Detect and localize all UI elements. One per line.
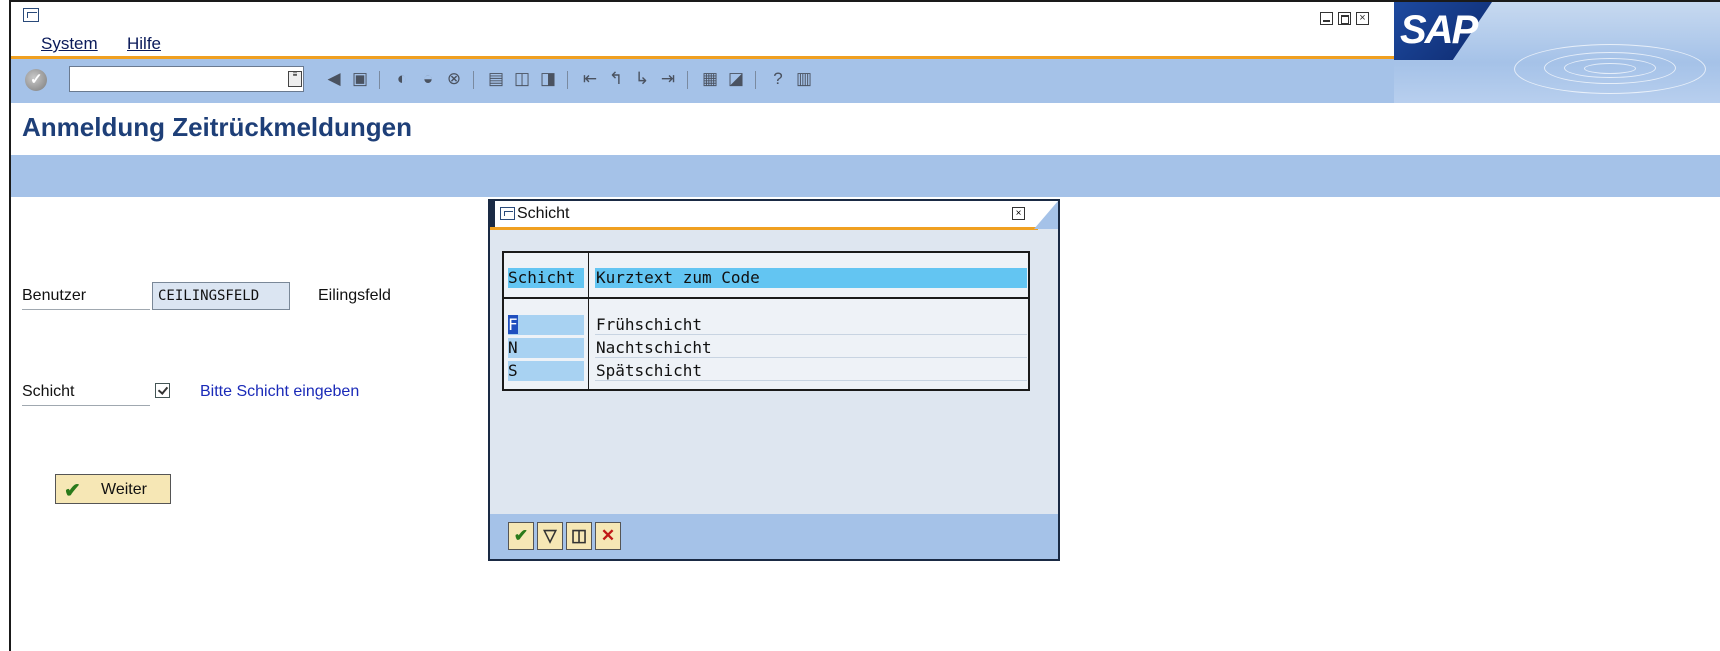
dialog-title-bar: Schicht × — [490, 201, 1058, 230]
shift-text-cell[interactable]: Frühschicht — [595, 314, 1027, 335]
back-icon[interactable]: ◀ — [323, 68, 345, 90]
enter-icon[interactable] — [25, 69, 47, 91]
previous-page-icon[interactable]: ↰ — [605, 68, 627, 90]
menu-hilfe[interactable]: Hilfe — [127, 34, 161, 54]
dialog-corner — [1034, 201, 1058, 229]
help-icon[interactable]: ? — [767, 68, 789, 90]
cancel-icon[interactable]: ✕ — [595, 522, 621, 550]
user-label: Benutzer — [22, 287, 150, 310]
window-menu-icon[interactable] — [23, 8, 39, 22]
find-next-icon[interactable]: ◨ — [537, 68, 559, 90]
dialog-accent-line — [490, 227, 1038, 230]
filter-icon[interactable]: ▽ — [537, 522, 563, 550]
sap-logo-text: SAP — [1400, 8, 1478, 52]
first-page-icon[interactable]: ⇤ — [579, 68, 601, 90]
customize-layout-icon[interactable]: ▥ — [793, 68, 815, 90]
shortcut-icon[interactable]: ◪ — [725, 68, 747, 90]
close-window-icon[interactable]: × — [1356, 12, 1369, 25]
search-icon[interactable]: ◫ — [566, 522, 592, 550]
table-row[interactable]: F Frühschicht — [504, 314, 1028, 336]
toolbar-separator — [755, 71, 756, 89]
dialog-close-icon[interactable]: × — [1012, 207, 1025, 220]
minimize-icon[interactable] — [1320, 12, 1333, 25]
print-icon[interactable]: ▤ — [485, 68, 507, 90]
save-icon[interactable]: ▣ — [349, 68, 371, 90]
back-nav-icon[interactable]: ◐ — [391, 68, 413, 90]
last-page-icon[interactable]: ⇥ — [657, 68, 679, 90]
shift-text-cell[interactable]: Spätschicht — [595, 360, 1027, 381]
toolbar-separator — [473, 71, 474, 89]
new-session-icon[interactable]: ▦ — [699, 68, 721, 90]
table-header-divider — [504, 297, 1028, 299]
shift-dialog: Schicht × Schicht Kurztext zum Code F Fr… — [488, 199, 1060, 561]
standard-toolbar: ≡ ◀ ▣ ◐ ◒ ⊗ ▤ ◫ ◨ ⇤ ↰ ↳ ⇥ ▦ ◪ ? ▥ — [11, 59, 1394, 103]
sap-logo: SAP — [1394, 2, 1720, 103]
table-row[interactable]: S Spätschicht — [504, 360, 1028, 382]
checkmark-icon: ✔ — [64, 480, 81, 502]
next-page-icon[interactable]: ↳ — [631, 68, 653, 90]
dialog-title-edge — [490, 201, 495, 229]
command-field[interactable]: ≡ — [69, 66, 304, 92]
user-field[interactable]: CEILINGSFELD — [152, 282, 290, 310]
application-toolbar — [11, 155, 1720, 197]
command-history-icon[interactable]: ≡ — [288, 71, 302, 87]
dialog-toolbar: ✔ ▽ ◫ ✕ — [490, 514, 1058, 559]
menu-system[interactable]: System — [41, 34, 98, 54]
shift-code-cell[interactable]: N — [508, 338, 584, 358]
shift-label: Schicht — [22, 383, 150, 406]
shift-code-cell[interactable]: F — [508, 315, 584, 335]
shift-hint: Bitte Schicht eingeben — [200, 383, 360, 400]
dialog-menu-icon[interactable] — [500, 207, 515, 220]
cancel-icon[interactable]: ⊗ — [443, 68, 465, 90]
toolbar-separator — [687, 71, 688, 89]
shift-table: Schicht Kurztext zum Code F Frühschicht … — [502, 251, 1030, 391]
page-title: Anmeldung Zeitrückmeldungen — [22, 112, 413, 142]
user-full-name: Eilingsfeld — [318, 287, 391, 304]
column-header-kurztext[interactable]: Kurztext zum Code — [595, 268, 1027, 288]
confirm-icon[interactable]: ✔ — [508, 522, 534, 550]
shift-text-cell[interactable]: Nachtschicht — [595, 337, 1027, 358]
continue-button[interactable]: ✔ Weiter — [55, 474, 171, 504]
maximize-icon[interactable] — [1338, 12, 1351, 25]
table-row[interactable]: N Nachtschicht — [504, 337, 1028, 359]
column-header-schicht[interactable]: Schicht — [508, 268, 584, 288]
find-icon[interactable]: ◫ — [511, 68, 533, 90]
dialog-title: Schicht — [517, 205, 570, 222]
toolbar-separator — [379, 71, 380, 89]
continue-button-label: Weiter — [101, 481, 147, 498]
shift-code-cell[interactable]: S — [508, 361, 584, 381]
exit-icon[interactable]: ◒ — [417, 68, 439, 90]
shift-input-checkbox[interactable] — [155, 383, 170, 398]
toolbar-separator — [567, 71, 568, 89]
